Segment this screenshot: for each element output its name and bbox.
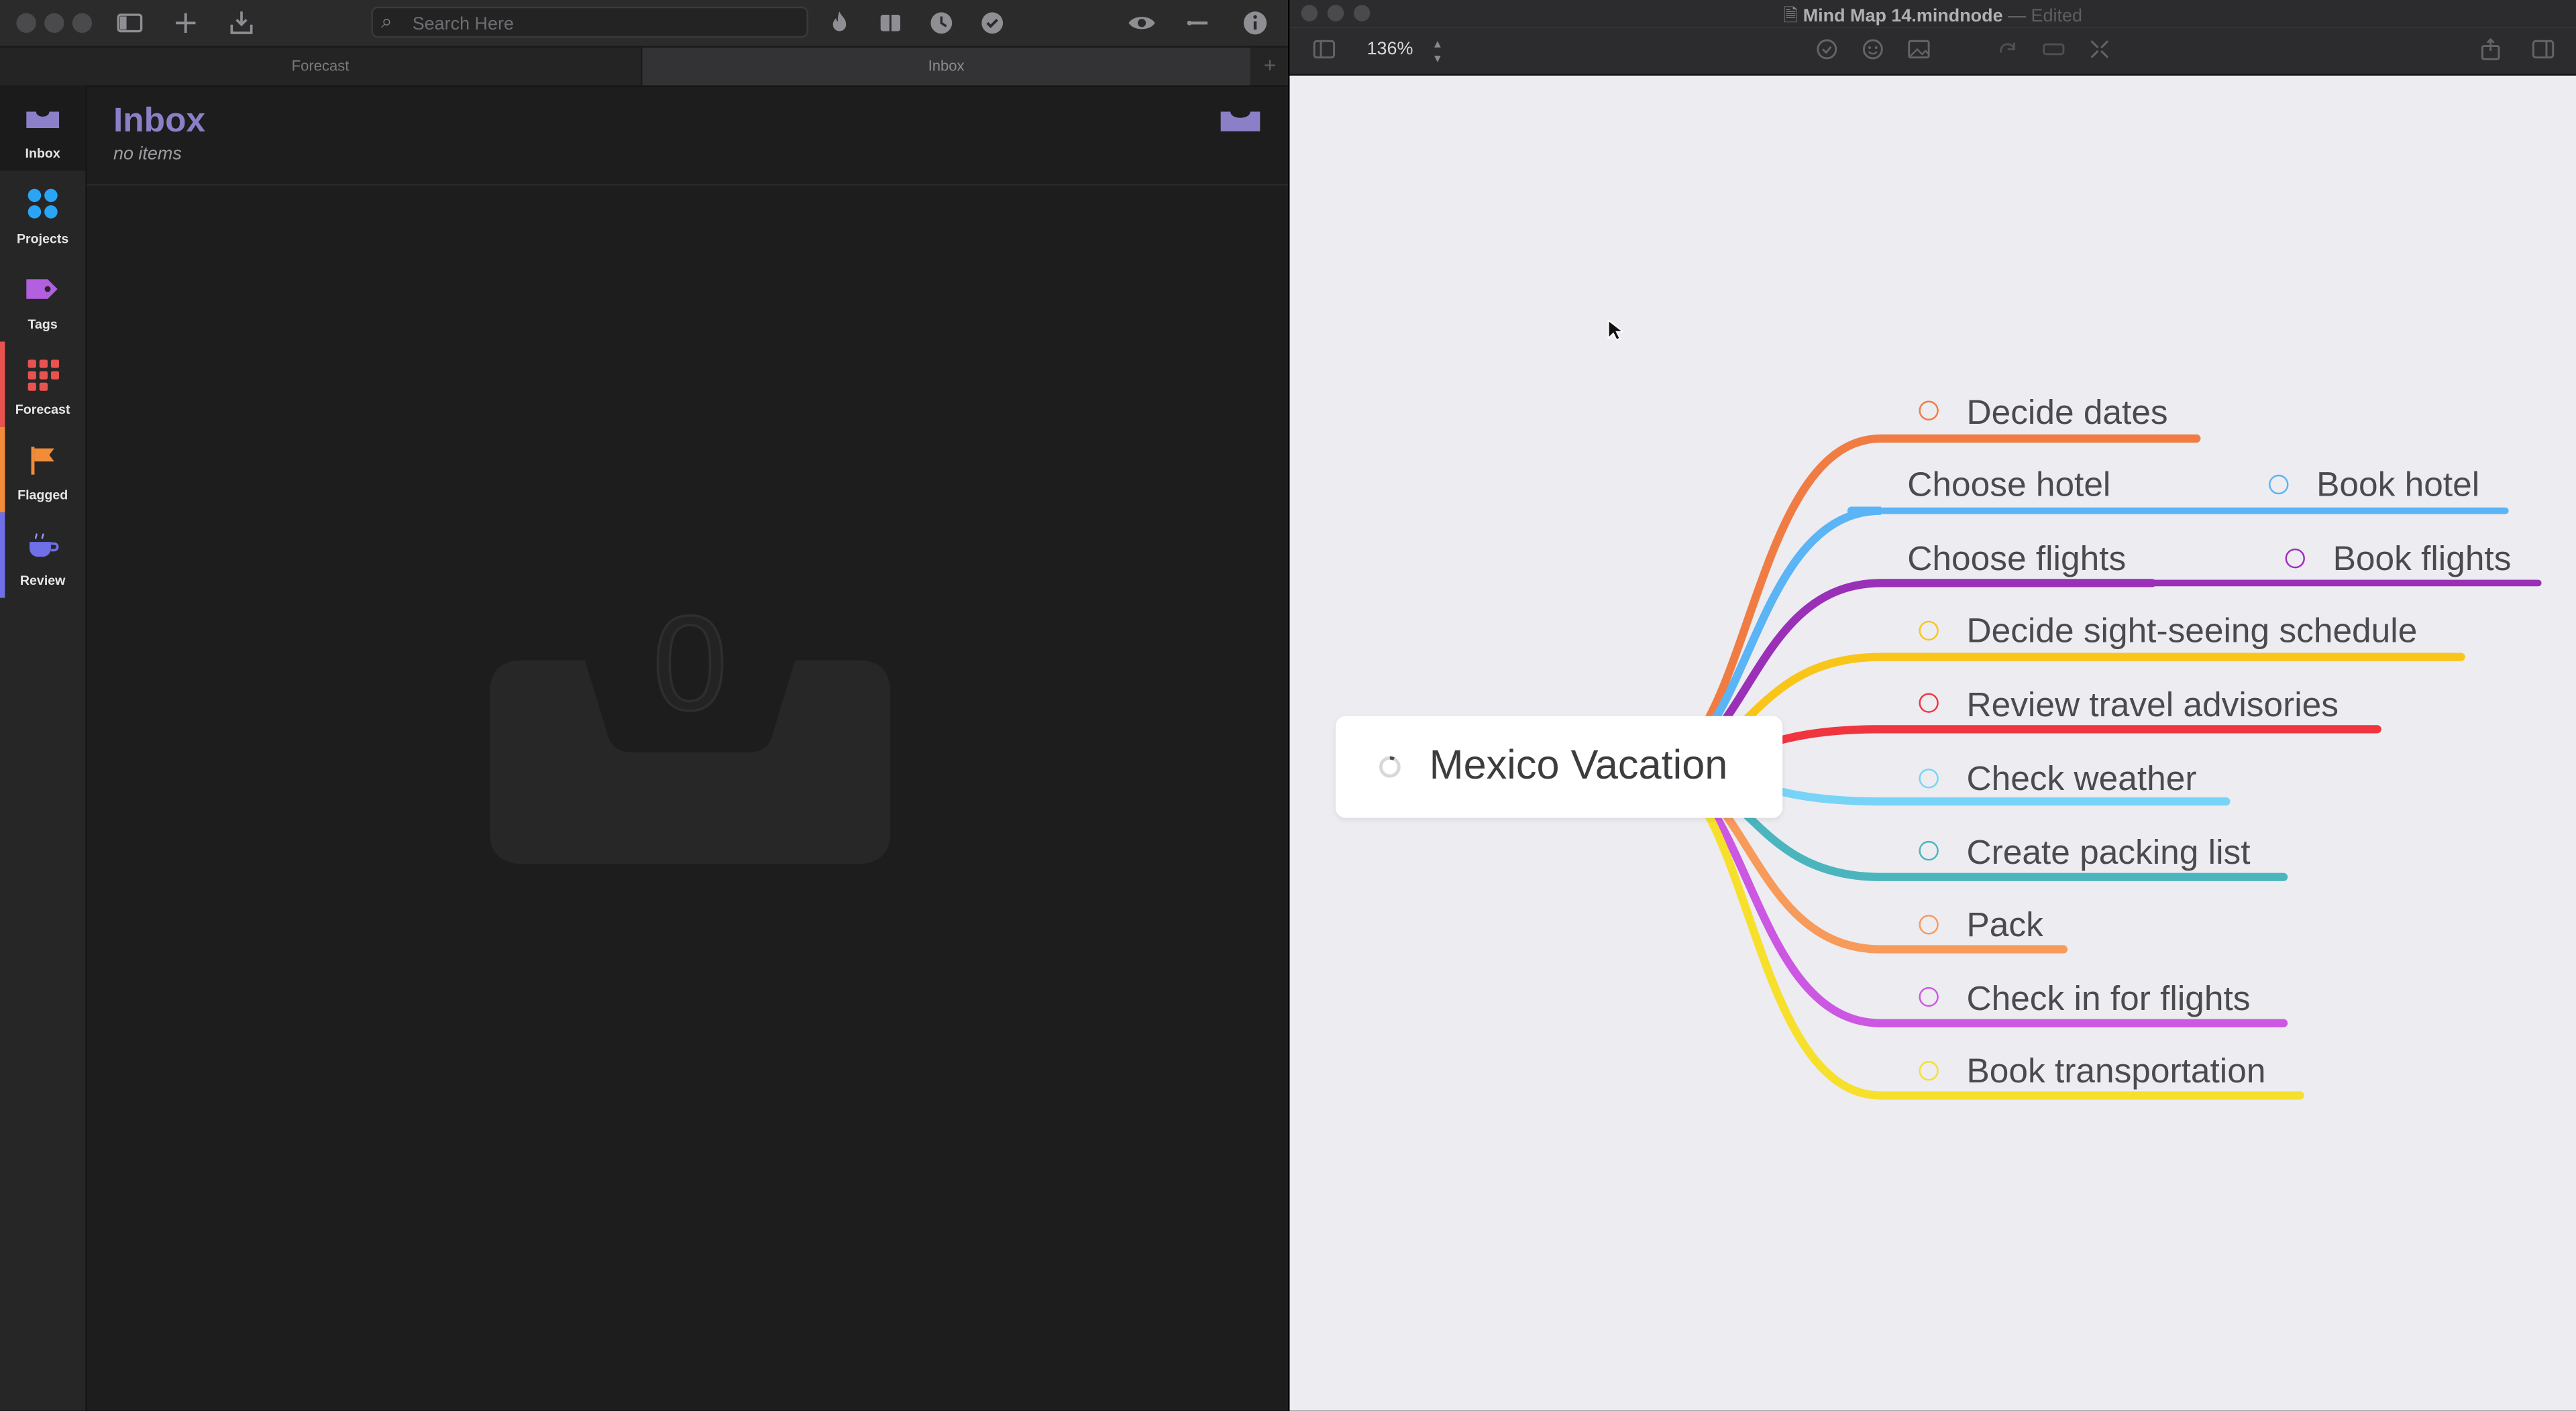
node-3-label[interactable]: Decide sight-seeing schedule <box>1966 612 2417 652</box>
node-8-task-circle[interactable] <box>1919 986 1939 1007</box>
sidebar-toggle-icon[interactable] <box>115 8 144 38</box>
node-0-label[interactable]: Decide dates <box>1966 394 2167 434</box>
focus-expand-icon[interactable] <box>2088 38 2111 60</box>
minimize-window-button[interactable] <box>44 13 64 33</box>
root-node[interactable]: Mexico Vacation <box>1336 716 1783 818</box>
title-separator: — <box>2008 6 2027 27</box>
inbox-tray-icon <box>1220 111 1260 131</box>
sidebar-item-label: Review <box>19 573 66 588</box>
sidebar-item-label: Flagged <box>17 488 68 503</box>
sidebar-item-forecast[interactable]: Forecast <box>0 341 85 427</box>
info-icon[interactable] <box>1240 8 1270 38</box>
node-5-task-circle[interactable] <box>1919 769 1939 789</box>
sidebar-item-flagged[interactable]: Flagged <box>0 427 85 513</box>
search-input[interactable] <box>409 9 794 38</box>
node-4-label[interactable]: Review travel advisories <box>1966 687 2339 726</box>
search-field[interactable]: ⌕ <box>371 6 808 38</box>
flag-icon <box>31 447 54 475</box>
mouse-pointer-icon <box>1607 319 1623 341</box>
mindnode-toolbar: 136% ▴ ▾ <box>1289 27 2576 76</box>
mindnode-window: 🗎 Mind Map 14.mindnode — Edited 136% ▴▾ <box>1289 0 2576 1411</box>
node-1-child-label[interactable]: Book hotel <box>2316 467 2479 506</box>
clock-icon[interactable] <box>926 8 956 38</box>
omnifocus-window: ⌕ For <box>0 0 1289 1411</box>
node-9-label[interactable]: Book transportation <box>1966 1053 2265 1092</box>
dash-menu-icon[interactable] <box>1183 8 1212 38</box>
sticker-smiley-icon[interactable] <box>1862 38 1884 60</box>
node-4-task-circle[interactable] <box>1919 693 1939 713</box>
progress-circle-icon <box>1379 756 1401 778</box>
outline-sidebar-icon[interactable] <box>1313 38 1336 60</box>
view-eye-icon[interactable] <box>1127 8 1157 38</box>
tab-inbox[interactable]: Inbox <box>642 48 1250 86</box>
tab-forecast[interactable]: Forecast <box>0 48 643 86</box>
inbox-tray-icon <box>26 111 60 129</box>
quick-entry-icon[interactable] <box>227 8 256 38</box>
node-0-task-circle[interactable] <box>1919 400 1939 420</box>
coffee-cup-icon <box>30 533 59 557</box>
empty-inbox-illustration: 0 <box>489 586 891 864</box>
mindnode-title-bar: 🗎 Mind Map 14.mindnode — Edited <box>1289 0 2576 28</box>
inbox-header: Inbox no items <box>87 85 1289 186</box>
forecast-grid-icon <box>28 359 60 391</box>
node-2-label[interactable]: Choose flights <box>1907 541 2126 580</box>
zoom-stepper-icon[interactable]: ▴ ▾ <box>1434 36 1441 66</box>
image-icon[interactable] <box>1907 38 1930 60</box>
tag-icon <box>26 279 58 299</box>
node-2-child-label[interactable]: Book flights <box>2333 541 2512 580</box>
add-tab-icon[interactable]: + <box>1255 51 1285 80</box>
projects-dots-icon <box>28 188 58 219</box>
omnifocus-toolbar: ⌕ <box>0 0 1289 46</box>
node-6-label[interactable]: Create packing list <box>1966 834 2250 874</box>
share-icon[interactable] <box>2479 38 2502 60</box>
sidebar-item-projects[interactable]: Projects <box>0 171 85 256</box>
node-6-task-circle[interactable] <box>1919 840 1939 861</box>
node-7-label[interactable]: Pack <box>1966 907 2043 946</box>
sidebar-item-tags[interactable]: Tags <box>0 256 85 341</box>
item-count-subtitle: no items <box>113 144 182 164</box>
page-title: Inbox <box>113 101 206 140</box>
focus-flame-icon[interactable] <box>824 8 854 38</box>
sidebar-item-label: Inbox <box>25 146 60 162</box>
document-name: Mind Map 14.mindnode <box>1803 6 2003 27</box>
perspective-icon[interactable] <box>875 8 905 38</box>
zoom-window-button[interactable] <box>72 13 93 33</box>
node-5-label[interactable]: Check weather <box>1966 760 2196 800</box>
node-2-child-task-circle[interactable] <box>2285 548 2305 569</box>
sidebar-item-label: Projects <box>16 231 69 247</box>
node-1-child-task-circle[interactable] <box>2269 474 2289 495</box>
redo-icon[interactable] <box>1996 38 2019 60</box>
tag-label-icon[interactable] <box>2042 38 2065 60</box>
tab-bar: Forecast Inbox + <box>0 46 1289 87</box>
add-item-icon[interactable] <box>171 8 201 38</box>
edited-status: Edited <box>2031 6 2082 27</box>
node-1-label[interactable]: Choose hotel <box>1907 467 2110 506</box>
document-icon: 🗎 <box>1783 6 1799 27</box>
sidebar-item-label: Forecast <box>15 402 70 418</box>
close-window-button[interactable] <box>16 13 36 33</box>
mind-map-canvas[interactable]: Mexico Vacation Decide dates Choose hote… <box>1289 76 2576 1411</box>
empty-count: 0 <box>653 591 728 738</box>
search-icon: ⌕ <box>381 9 392 33</box>
sidebar-item-review[interactable]: Review <box>0 512 85 598</box>
node-7-task-circle[interactable] <box>1919 915 1939 935</box>
node-3-task-circle[interactable] <box>1919 620 1939 641</box>
complete-check-icon[interactable] <box>977 8 1007 38</box>
sidebar: Inbox Projects Tags Forecast Flagged Rev… <box>0 85 87 1411</box>
task-check-icon[interactable] <box>1815 38 1838 60</box>
root-node-label: Mexico Vacation <box>1429 742 1728 789</box>
sidebar-item-label: Tags <box>28 317 58 332</box>
inspector-sidebar-icon[interactable] <box>2532 38 2555 60</box>
node-8-label[interactable]: Check in for flights <box>1966 980 2250 1020</box>
sidebar-item-inbox[interactable]: Inbox <box>0 85 86 171</box>
node-9-task-circle[interactable] <box>1919 1061 1939 1081</box>
